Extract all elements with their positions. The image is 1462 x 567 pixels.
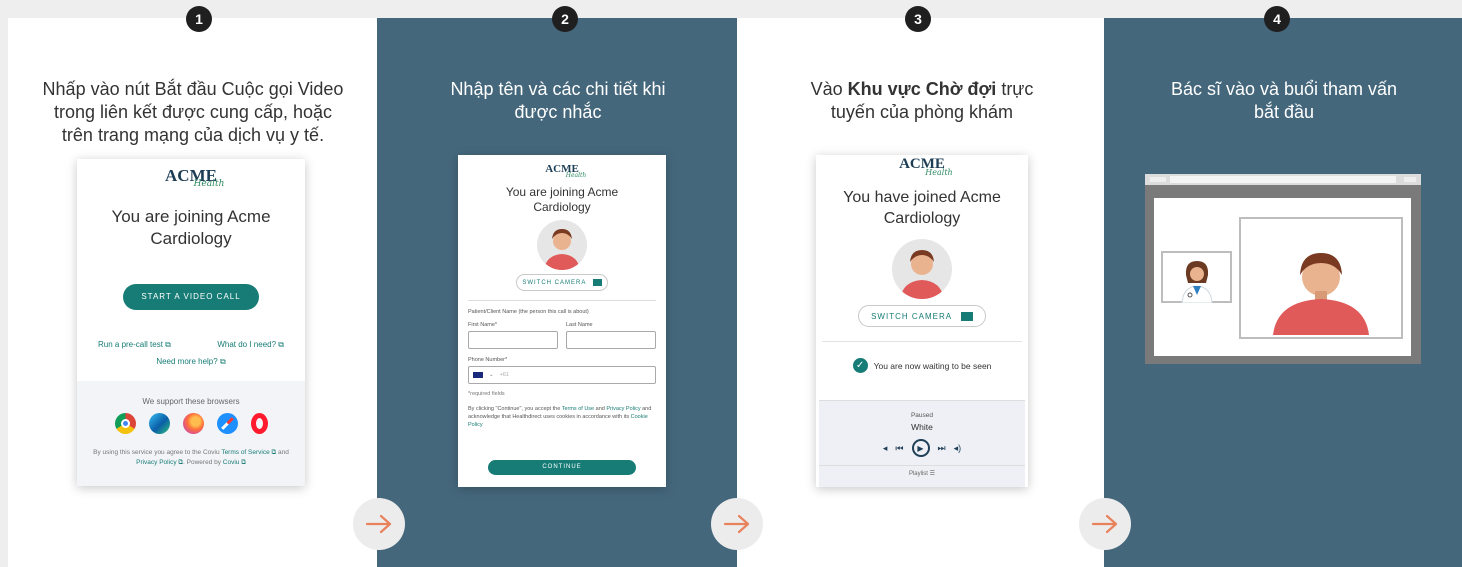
opera-icon <box>250 413 268 434</box>
joined-title: You have joined Acme Cardiology <box>843 189 1001 227</box>
last-name-field[interactable] <box>566 331 656 349</box>
first-name-label: First Name* <box>468 322 498 328</box>
browser-support-section: We support these browsers By using this … <box>77 381 305 486</box>
step-4-caption: Bác sĩ vào và buổi tham vấn bắt đầu <box>1170 79 1398 122</box>
terms-of-service-link[interactable]: Terms of Service <box>221 449 269 456</box>
next-track-icon[interactable]: ⏭ <box>938 443 946 454</box>
playlist-label[interactable]: Playlist <box>909 471 928 477</box>
start-video-call-button[interactable]: START A VIDEO CALL <box>123 284 259 310</box>
join-title: You are joining Acme Cardiology <box>111 207 271 248</box>
privacy-policy-link[interactable]: Privacy Policy <box>136 459 176 466</box>
step-number-4: 4 <box>1264 6 1290 32</box>
arrow-right-icon <box>365 514 392 534</box>
required-note: *required fields <box>468 391 505 397</box>
next-step-arrow-1 <box>353 498 405 550</box>
join-title: You are joining Acme Cardiology <box>505 185 619 214</box>
chevron-down-icon: ⌄ <box>489 372 494 378</box>
step-panel-4: Bác sĩ vào và buổi tham vấn bắt đầu <box>1104 18 1462 567</box>
client-name-label: Patient/Client Name (the person this cal… <box>468 309 589 315</box>
step-3-caption: Vào Khu vực Chờ đợi trực tuyến của phòng… <box>810 79 1034 122</box>
next-step-arrow-3 <box>1079 498 1131 550</box>
step-panel-1: Nhấp vào nút Bắt đầu Cuộc gọi Video tron… <box>8 18 377 567</box>
external-link-icon: ⧉ <box>241 459 246 466</box>
external-link-icon: ⧉ <box>278 340 284 349</box>
continue-button[interactable]: CONTINUE <box>488 460 636 475</box>
step-panel-2: Nhập tên và các chi tiết khi được nhắc A… <box>377 18 737 567</box>
phone-field[interactable]: ⌄ +61 <box>468 366 656 384</box>
patient-avatar-icon <box>1273 253 1369 335</box>
arrow-right-icon <box>723 514 750 534</box>
privacy-policy-link[interactable]: Privacy Policy <box>606 406 640 412</box>
phone-placeholder: +61 <box>499 372 509 378</box>
step-number-1: 1 <box>186 6 212 32</box>
player-track: White <box>911 422 933 432</box>
step-2-caption: Nhập tên và các chi tiết khi được nhắc <box>450 79 666 122</box>
need-help-link[interactable]: Need more help? ⧉ <box>156 357 225 366</box>
list-icon: ☰ <box>929 471 936 477</box>
music-player: Paused White ◂ ⏮ ▶ ⏭ ◂) Playlist ☰ <box>819 400 1025 487</box>
join-page-mock: ACME Health You are joining Acme Cardiol… <box>77 159 305 486</box>
last-name-label: Last Name <box>566 322 593 328</box>
edge-icon <box>148 413 170 434</box>
video-call-window <box>1145 174 1421 364</box>
step-number-2: 2 <box>552 6 578 32</box>
check-circle-icon: ✓ <box>852 358 868 373</box>
consent-text: By clicking "Continue", you accept the T… <box>468 406 652 428</box>
acme-logo: ACME Health <box>899 156 953 177</box>
first-name-field[interactable] <box>468 331 558 349</box>
next-step-arrow-2 <box>711 498 763 550</box>
coviu-link[interactable]: Coviu <box>223 459 240 466</box>
terms-of-use-link[interactable]: Terms of Use <box>562 406 594 412</box>
video-area <box>1154 198 1411 356</box>
external-link-icon: ⧉ <box>271 449 277 456</box>
camera-icon <box>960 312 973 322</box>
patient-avatar-icon <box>537 220 587 270</box>
previous-track-icon[interactable]: ⏮ <box>895 443 903 454</box>
volume-down-icon[interactable]: ◂ <box>883 443 888 454</box>
precall-test-link[interactable]: Run a pre-call test ⧉ <box>98 340 171 350</box>
play-icon[interactable]: ▶ <box>911 439 930 457</box>
phone-label: Phone Number* <box>468 357 508 363</box>
waiting-status: You are now waiting to be seen <box>873 360 992 371</box>
waiting-area-emphasis: Khu vực Chờ đợi <box>847 79 997 99</box>
acme-logo: ACME Health <box>545 163 587 179</box>
browsers-heading: We support these browsers <box>142 397 240 406</box>
what-do-i-need-link[interactable]: What do I need? ⧉ <box>217 340 284 350</box>
switch-camera-button[interactable]: SWITCH CAMERA <box>858 305 986 327</box>
doctor-thumbnail <box>1161 251 1232 303</box>
external-link-icon: ⧉ <box>165 340 171 349</box>
enter-details-mock: ACME Health You are joining Acme Cardiol… <box>458 155 666 487</box>
patient-video-tile <box>1239 217 1403 339</box>
terms-footer: By using this service you agree to the C… <box>93 449 289 466</box>
window-titlebar <box>1145 174 1421 185</box>
volume-up-icon[interactable]: ◂) <box>954 443 962 454</box>
step-1-caption: Nhấp vào nút Bắt đầu Cuộc gọi Video tron… <box>42 79 344 145</box>
australia-flag-icon <box>473 372 483 378</box>
arrow-right-icon <box>1091 514 1118 534</box>
player-status: Paused <box>910 412 934 419</box>
external-link-icon: ⧉ <box>219 357 226 366</box>
acme-logo: ACME Health <box>165 166 225 189</box>
doctor-icon <box>1181 261 1213 303</box>
camera-icon <box>592 278 602 286</box>
chrome-icon <box>114 413 136 434</box>
patient-avatar-icon <box>892 239 952 299</box>
safari-icon <box>216 413 238 434</box>
step-number-3: 3 <box>905 6 931 32</box>
waiting-room-mock: ACME Health You have joined Acme Cardiol… <box>816 155 1028 487</box>
switch-camera-button[interactable]: SWITCH CAMERA <box>516 274 608 291</box>
step-panel-3: Vào Khu vực Chờ đợi trực tuyến của phòng… <box>737 18 1104 567</box>
firefox-icon <box>182 413 204 434</box>
